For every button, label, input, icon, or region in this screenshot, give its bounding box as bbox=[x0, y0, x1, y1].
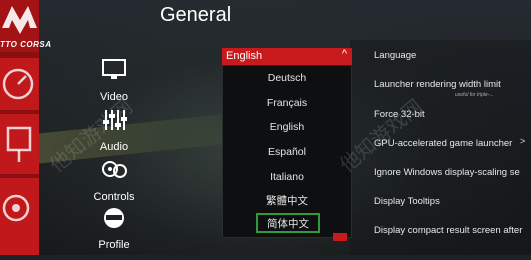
nav-drive-button[interactable] bbox=[0, 58, 39, 110]
setting-language-label: Language bbox=[374, 50, 417, 61]
gamepad-wheel-icon bbox=[102, 161, 127, 178]
setting-tooltips-label: Display Tooltips bbox=[374, 196, 440, 207]
speedometer-icon bbox=[2, 68, 34, 100]
language-option-francais[interactable]: Français bbox=[223, 97, 351, 109]
language-option-simplified-chinese[interactable]: 简体中文 bbox=[256, 213, 320, 233]
gear-icon bbox=[2, 194, 30, 222]
category-profile[interactable]: Profile bbox=[84, 206, 144, 251]
chevron-up-icon: ^ bbox=[341, 48, 347, 60]
category-controls[interactable]: Controls bbox=[84, 158, 144, 203]
setting-ignore-scaling-label: Ignore Windows display-scaling se bbox=[374, 167, 520, 178]
monitor-icon bbox=[102, 59, 126, 79]
language-option-traditional-chinese[interactable]: 繁體中文 bbox=[223, 193, 351, 208]
driver-helmet-icon bbox=[104, 208, 124, 228]
language-option-deutsch[interactable]: Deutsch bbox=[223, 72, 351, 84]
scroll-right-icon: > bbox=[520, 136, 526, 146]
logo-text: TTO CORSA bbox=[0, 40, 52, 49]
language-dropdown-list: Deutsch Français English Español Italian… bbox=[222, 65, 352, 238]
setting-launcher-width-hint: useful for triple-... bbox=[455, 92, 494, 98]
language-option-italiano[interactable]: Italiano bbox=[223, 171, 351, 183]
language-dropdown-value: English bbox=[226, 50, 263, 62]
language-option-espanol[interactable]: Español bbox=[223, 146, 351, 158]
nav-garage-button[interactable] bbox=[0, 114, 39, 174]
setting-launcher-width-label: Launcher rendering width limit bbox=[374, 79, 501, 90]
category-label: Profile bbox=[98, 239, 130, 251]
dropdown-edge-tab bbox=[333, 233, 347, 241]
category-label: Controls bbox=[93, 191, 135, 203]
language-option-english[interactable]: English bbox=[223, 121, 351, 133]
language-dropdown[interactable]: English ^ bbox=[222, 48, 352, 65]
logo-icon bbox=[2, 6, 37, 34]
setting-compact-result-label: Display compact result screen after bbox=[374, 225, 523, 236]
nav-settings-button[interactable] bbox=[0, 178, 39, 255]
page-title: General bbox=[160, 4, 232, 26]
trophy-icon bbox=[6, 126, 32, 162]
